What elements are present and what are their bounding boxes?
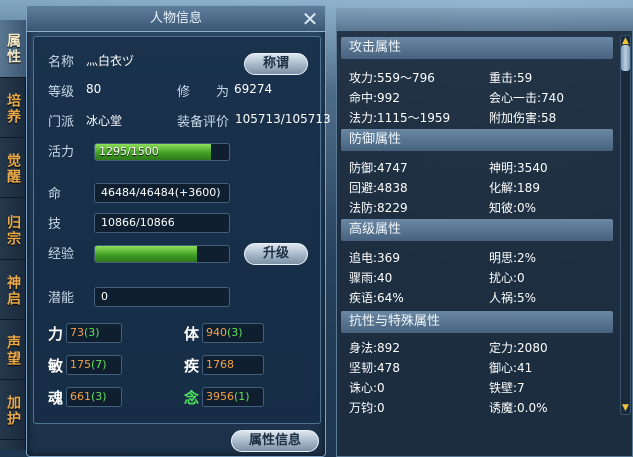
- panel-title: 人物信息: [27, 6, 325, 32]
- stat-magic-power: 法力:1115～1959: [349, 111, 451, 125]
- strength-value: 73(3): [66, 323, 122, 343]
- hp-label: 命: [48, 187, 62, 202]
- equipment-rating-label: 装备评价: [177, 115, 230, 130]
- level-label: 等级: [48, 85, 75, 100]
- exp-label: 经验: [48, 247, 75, 262]
- speed-label: 疾: [184, 357, 200, 375]
- scroll-down-arrow-icon[interactable]: ▼: [620, 403, 631, 413]
- skill-label: 技: [48, 217, 62, 232]
- potential-field: 0: [94, 287, 230, 307]
- side-tab-strip: 属性 培养 觉醒 归宗 神启 声望 加护: [0, 20, 26, 450]
- resist-section-header: 抗性与特殊属性: [341, 311, 613, 333]
- stats-window-header: [336, 8, 633, 30]
- agility-base: 175: [70, 358, 91, 371]
- advanced-section-header: 高级属性: [341, 219, 613, 241]
- exp-bar-fill: [95, 246, 197, 262]
- title-button[interactable]: 称谓: [244, 53, 308, 75]
- tab-reputation[interactable]: 声望: [0, 322, 26, 380]
- tab-divine-revelation[interactable]: 神启: [0, 262, 26, 320]
- character-stats-box: 名称 灬白衣ヅ 称谓 等级 80 修 为 69274 门派 冰心堂 装备评价 1…: [33, 36, 331, 424]
- character-name: 灬白衣ヅ: [86, 54, 135, 68]
- stat-disturb: 扰心:0: [489, 271, 525, 285]
- close-icon[interactable]: ✕: [299, 8, 321, 30]
- mind-value: 3956(1): [202, 387, 264, 407]
- tab-training[interactable]: 培养: [0, 80, 26, 138]
- defense-section-header: 防御属性: [341, 129, 613, 151]
- stat-lure-demon: 诱魔:0.0%: [489, 401, 548, 415]
- potential-label: 潜能: [48, 291, 75, 306]
- upgrade-button[interactable]: 升级: [244, 243, 308, 265]
- constitution-label: 体: [184, 325, 200, 343]
- stat-swift-speech: 疾语:64%: [349, 291, 404, 305]
- strength-label: 力: [48, 325, 64, 343]
- exp-bar: [94, 245, 230, 263]
- sect-value: 冰心堂: [86, 114, 123, 128]
- tab-blessing[interactable]: 加护: [0, 382, 26, 440]
- cultivation-label: 修 为: [177, 85, 230, 100]
- tab-return-sect[interactable]: 归宗: [0, 202, 26, 260]
- stat-evasion: 回避:4838: [349, 181, 408, 195]
- soul-value: 661(3): [66, 387, 122, 407]
- stat-critical: 会心一击:740: [489, 91, 564, 105]
- vitality-label: 活力: [48, 145, 75, 160]
- stat-mind-guard: 御心:41: [489, 361, 533, 375]
- stat-clarity: 明思:2%: [489, 251, 537, 265]
- soul-base: 661: [70, 390, 91, 403]
- agility-label: 敏: [48, 357, 64, 375]
- level-value: 80: [86, 82, 102, 96]
- agility-value: 175(7): [66, 355, 122, 375]
- soul-label: 魂: [48, 389, 64, 407]
- stat-agility-move: 身法:892: [349, 341, 400, 355]
- stat-accuracy: 命中:992: [349, 91, 400, 105]
- stat-mighty: 万钧:0: [349, 401, 385, 415]
- speed-base: 1768: [206, 358, 234, 371]
- hp-field: 46484/46484(+3600): [94, 183, 230, 203]
- stat-attack-power: 攻力:559～796: [349, 71, 435, 85]
- tab-awakening[interactable]: 觉醒: [0, 140, 26, 198]
- sect-label: 门派: [48, 115, 75, 130]
- stat-magic-defense: 法防:8229: [349, 201, 408, 215]
- strength-bonus: (3): [84, 326, 100, 339]
- scroll-thumb[interactable]: [621, 45, 630, 71]
- constitution-bonus: (3): [227, 326, 243, 339]
- mind-label: 念: [184, 389, 200, 407]
- attribute-info-button[interactable]: 属性信息: [231, 430, 319, 452]
- cultivation-value: 69274: [234, 82, 273, 96]
- mind-base: 3956: [206, 390, 234, 403]
- stat-heavy-hit: 重击:59: [489, 71, 533, 85]
- constitution-value: 940(3): [202, 323, 264, 343]
- stat-toughness: 坚韧:478: [349, 361, 400, 375]
- stats-detail-panel: 攻击属性 攻力:559～796 重击:59 命中:992 会心一击:740 法力…: [336, 30, 633, 457]
- soul-bonus: (3): [91, 390, 107, 403]
- stat-insight: 知彼:0%: [489, 201, 537, 215]
- character-info-panel: 人物信息 ✕ 名称 灬白衣ヅ 称谓 等级 80 修 为 69274 门派 冰心堂…: [26, 5, 331, 457]
- stats-scrollbar[interactable]: [620, 35, 631, 415]
- stat-storm: 骤雨:40: [349, 271, 393, 285]
- constitution-base: 940: [206, 326, 227, 339]
- stat-iron-wall: 铁壁:7: [489, 381, 525, 395]
- vitality-bar: 1295/1500: [94, 143, 230, 161]
- stat-calamity: 人祸:5%: [489, 291, 537, 305]
- speed-value: 1768: [202, 355, 264, 375]
- stat-lightning: 追电:369: [349, 251, 400, 265]
- tab-attributes[interactable]: 属性: [0, 20, 26, 78]
- skill-field: 10866/10866: [94, 213, 230, 233]
- stat-defense: 防御:4747: [349, 161, 408, 175]
- name-label: 名称: [48, 55, 75, 70]
- stat-focus: 定力:2080: [489, 341, 548, 355]
- stat-divine: 神明:3540: [489, 161, 548, 175]
- stat-dissolve: 化解:189: [489, 181, 540, 195]
- stat-extra-damage: 附加伤害:58: [489, 111, 557, 125]
- mind-bonus: (1): [234, 390, 250, 403]
- agility-bonus: (7): [91, 358, 107, 371]
- vitality-text: 1295/1500: [99, 145, 159, 158]
- equipment-rating-value: 105713/105713: [235, 112, 331, 126]
- attack-section-header: 攻击属性: [341, 37, 613, 59]
- strength-base: 73: [70, 326, 84, 339]
- stat-heart-strike: 诛心:0: [349, 381, 385, 395]
